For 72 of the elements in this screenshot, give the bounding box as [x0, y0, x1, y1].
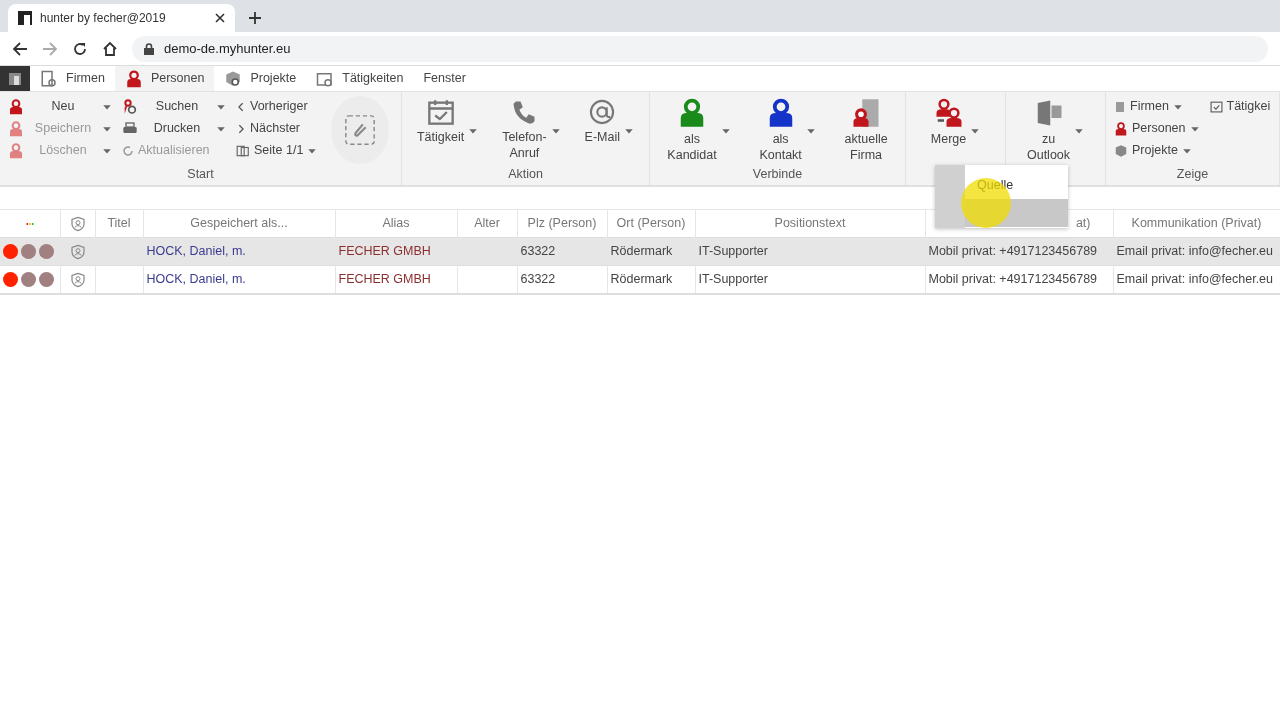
table-cell: Mobil privat: +4917123456789 [928, 244, 1098, 259]
shield-person-icon [69, 215, 86, 232]
person-icon [8, 98, 24, 115]
ribbon-button[interactable]: Tätigkeit [410, 96, 485, 165]
group-label: Start [187, 167, 214, 181]
logo-icon [9, 72, 21, 85]
home-icon[interactable] [102, 40, 118, 57]
calendar-icon [426, 98, 455, 126]
shield-person-icon [69, 243, 86, 260]
paperclip-icon [343, 113, 378, 147]
group-label: Aktion [508, 167, 543, 181]
document-search-icon [40, 69, 58, 88]
app-tab[interactable]: Personen [114, 66, 215, 91]
browser-tab[interactable]: hunter by fecher@2019 [8, 4, 235, 32]
group-label: Zeige [1176, 167, 1209, 181]
calendar-icon [1209, 100, 1223, 113]
tab-title: hunter by fecher@2019 [40, 10, 167, 27]
lock-icon [144, 42, 154, 55]
person-icon [8, 120, 24, 137]
shield-person-icon [69, 271, 86, 288]
table-cell: FECHER GMBH [338, 271, 431, 286]
person-icon [1114, 121, 1128, 136]
person-icon [8, 142, 24, 159]
ribbon-button[interactable]: E-Mail [578, 96, 640, 165]
ribbon-button[interactable]: als Kontakt [753, 96, 822, 165]
toolbar-button[interactable]: Tätigkei [1207, 96, 1273, 117]
toolbar-button[interactable]: Projekte [1112, 140, 1202, 161]
person-building-icon [851, 98, 882, 128]
table-cell: Email privat: info@fecher.eu [1116, 244, 1273, 259]
refresh-icon [122, 144, 134, 157]
box-icon [1114, 143, 1128, 158]
table-cell: Email privat: info@fecher.eu [1116, 271, 1273, 286]
table-cell: Rödermark [610, 271, 673, 286]
toolbar-button[interactable]: Vorheriger [234, 96, 320, 117]
logo-icon [18, 11, 32, 25]
table-cell: FECHER GMBH [338, 244, 431, 259]
ribbon-button[interactable]: Merge [924, 96, 987, 165]
table-cell: Mobil privat: +4917123456789 [928, 271, 1098, 286]
ribbon-button[interactable]: Telefon- Anruf [496, 96, 567, 165]
table-cell: HOCK, Daniel, m. [146, 271, 246, 286]
table-cell: 63322 [520, 271, 556, 286]
ribbon-button[interactable]: als Kandidat [661, 96, 737, 165]
table-cell: Rödermark [610, 244, 673, 259]
new-tab-icon[interactable] [249, 12, 261, 24]
box-search-icon [224, 69, 243, 88]
reload-icon[interactable] [72, 40, 88, 57]
chevron-right-icon [236, 123, 246, 134]
toolbar-button[interactable]: Drucken [120, 118, 228, 139]
menu-sidebar [935, 165, 965, 228]
toolbar-button[interactable]: Firmen [1112, 96, 1202, 117]
table-cell: IT-Supporter [698, 244, 768, 259]
building-icon [1114, 99, 1126, 114]
toolbar-button[interactable]: Seite 1/1 [234, 140, 320, 161]
at-sign-icon [588, 98, 617, 126]
search-icon [122, 98, 138, 115]
toolbar-button[interactable]: Nächster [234, 118, 320, 139]
toolbar-button[interactable]: Personen [1112, 118, 1202, 139]
close-icon[interactable] [215, 13, 225, 23]
address-bar[interactable]: demo-de.myhunter.eu [132, 35, 1268, 62]
ribbon-button[interactable]: zu Outlook [1020, 96, 1091, 165]
table-cell: 63322 [520, 244, 556, 259]
table-cell: HOCK, Daniel, m. [146, 244, 246, 259]
app-logo[interactable] [0, 66, 30, 91]
chevron-left-icon [236, 101, 246, 112]
pages-icon [236, 143, 250, 158]
person-icon [124, 69, 143, 88]
toolbar-button[interactable]: Suchen [120, 96, 228, 117]
back-icon[interactable] [12, 40, 28, 57]
table-cell: IT-Supporter [698, 271, 768, 286]
ribbon-button[interactable]: aktuelle Firma [838, 96, 894, 165]
toolbar-button[interactable]: Neu [6, 96, 114, 117]
group-label: Verbinde [752, 167, 803, 181]
